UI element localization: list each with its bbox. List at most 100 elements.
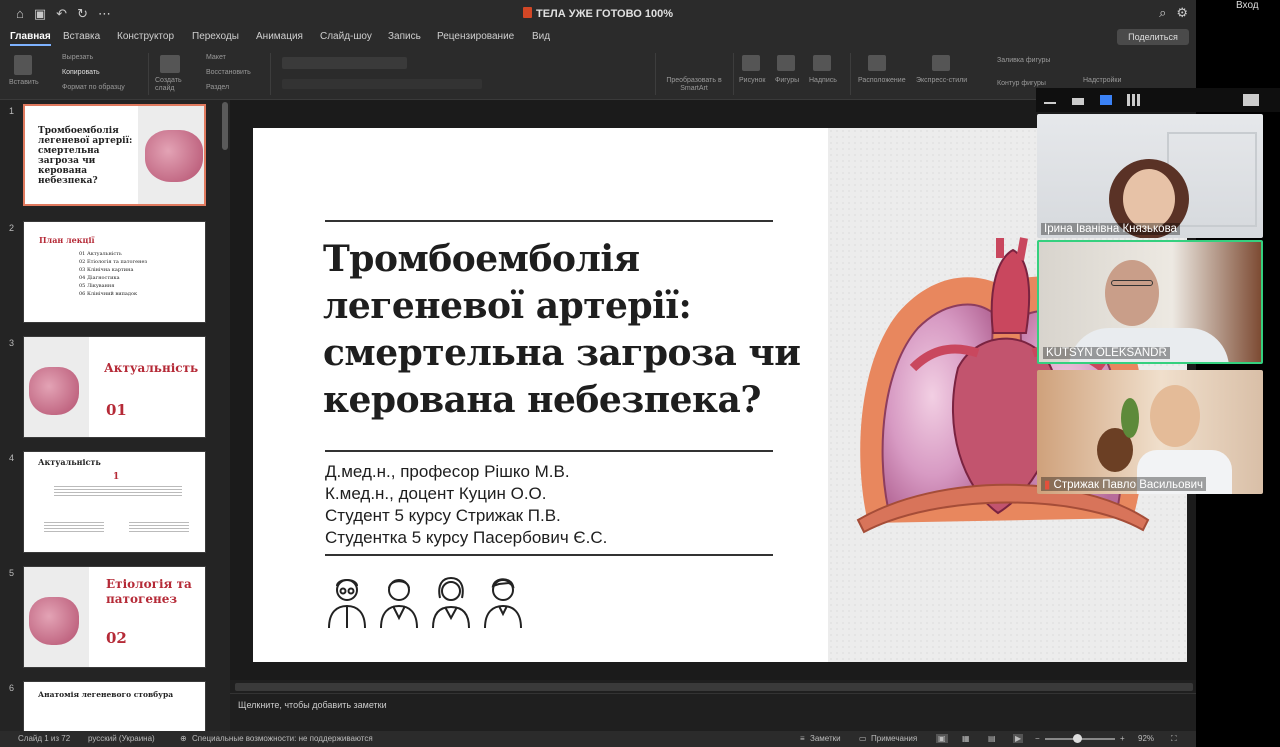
male-student-icon	[484, 578, 522, 629]
slideshow-view-icon[interactable]: ▶	[1013, 734, 1024, 743]
font-format-group[interactable]	[282, 79, 482, 89]
share-button[interactable]: Поделиться	[1117, 29, 1189, 45]
shapes-button[interactable]: Фигуры	[775, 77, 799, 84]
picture-button[interactable]: Рисунок	[739, 77, 765, 84]
search-icon[interactable]: ⌕	[1159, 5, 1166, 21]
shape-outline-button[interactable]: Контур фигуры	[997, 80, 1046, 87]
thumb-item: 04 Діагностика	[79, 275, 120, 281]
quick-styles-button[interactable]: Экспресс-стили	[916, 77, 967, 84]
arrange-button[interactable]: Расположение	[858, 77, 906, 84]
thumb-title: Анатомія легеневого стовбура	[38, 690, 174, 699]
participant-tile-active[interactable]: KUTSYN OLEKSANDR	[1037, 240, 1263, 364]
format-painter-button[interactable]: Формат по образцу	[62, 84, 125, 91]
tab-home[interactable]: Главная	[10, 31, 51, 46]
tab-slideshow[interactable]: Слайд-шоу	[320, 31, 372, 42]
status-bar: Слайд 1 из 72 русский (Украина) ⊕ Специа…	[0, 731, 1196, 747]
thumb-number: 2	[9, 223, 15, 233]
doctor-icon	[380, 579, 418, 629]
participant-tile[interactable]: Ірина Іванівна Князькова	[1037, 114, 1263, 238]
sorter-view-icon[interactable]: ▦	[962, 734, 970, 743]
normal-view-icon[interactable]: ▣	[936, 734, 948, 743]
professor-icon	[328, 579, 366, 629]
zoom-in-icon[interactable]: +	[1120, 734, 1125, 743]
thumbnail-slide-1[interactable]: Тромбоемболія легеневої артерії: смертел…	[23, 104, 206, 206]
tab-insert[interactable]: Вставка	[63, 31, 100, 42]
thumbnail-slide-4[interactable]: Актуальність 1	[23, 451, 206, 553]
title-top-rule	[325, 220, 773, 222]
ribbon: Вставить Вырезать Копировать Формат по о…	[0, 49, 1196, 100]
thumb-title: Тромбоемболія легеневої артерії: смертел…	[38, 126, 133, 186]
new-slide-icon[interactable]	[160, 55, 180, 73]
signin-label[interactable]: Вход	[1236, 0, 1259, 11]
accessibility-icon[interactable]: ⊕	[180, 734, 187, 743]
gallery-view-icon[interactable]	[1127, 94, 1140, 106]
paste-button[interactable]: Вставить	[9, 79, 39, 86]
tab-transitions[interactable]: Переходы	[192, 31, 239, 42]
fit-slide-icon[interactable]: ⛶	[1171, 734, 1177, 744]
tab-review[interactable]: Рецензирование	[437, 31, 514, 42]
reading-view-icon[interactable]: ▤	[988, 734, 996, 743]
zoom-slider-handle[interactable]	[1073, 734, 1082, 743]
notes-splitter[interactable]	[235, 683, 1193, 691]
new-slide-button[interactable]: Создать слайд	[155, 77, 189, 93]
notes-icon[interactable]: ≡	[800, 734, 805, 743]
language-indicator[interactable]: русский (Украина)	[88, 734, 155, 743]
tab-record[interactable]: Запись	[388, 31, 421, 42]
zoom-level[interactable]: 92%	[1138, 734, 1154, 743]
single-view-icon[interactable]	[1072, 98, 1084, 105]
thumb-item: 05 Лікування	[79, 283, 115, 289]
thumb-number-big: 02	[106, 629, 127, 647]
comments-icon[interactable]: ▭	[859, 734, 867, 743]
thumbnail-slide-5[interactable]: Етіологія та патогенез 02	[23, 566, 206, 668]
slide-title: Тромбоемболія легеневої артерії: смертел…	[323, 236, 803, 424]
notes-pane[interactable]: Щелкните, чтобы добавить заметки	[230, 693, 1196, 731]
layout-button[interactable]: Макет	[206, 54, 226, 61]
exit-fullscreen-icon[interactable]	[1243, 94, 1259, 106]
shape-fill-button[interactable]: Заливка фигуры	[997, 57, 1050, 64]
picture-icon[interactable]	[742, 55, 760, 71]
arrange-icon[interactable]	[868, 55, 886, 71]
account-icon[interactable]: ⚙	[1176, 5, 1188, 21]
thumbnails-scrollbar[interactable]	[222, 102, 228, 150]
document-title: ТЕЛА УЖЕ ГОТОВО 100%	[0, 7, 1196, 20]
thumb-title: План лекції	[39, 235, 95, 245]
textbox-icon[interactable]	[813, 55, 831, 71]
reset-button[interactable]: Восстановить	[206, 69, 251, 76]
author-line: К.мед.н., доцент Куцин О.О.	[325, 484, 547, 503]
quick-styles-icon[interactable]	[932, 55, 950, 71]
tab-view[interactable]: Вид	[532, 31, 550, 42]
minimize-icon[interactable]	[1044, 102, 1056, 104]
comments-button[interactable]: Примечания	[871, 734, 917, 743]
cut-button[interactable]: Вырезать	[62, 54, 93, 61]
shapes-icon[interactable]	[777, 55, 795, 71]
thumb-number: 4	[9, 453, 15, 463]
thumb-title: Актуальність	[104, 361, 199, 375]
accessibility-status[interactable]: Специальные возможности: не поддерживают…	[192, 734, 373, 743]
tab-animations[interactable]: Анимация	[256, 31, 303, 42]
thumbnail-slide-3[interactable]: Актуальність 01	[23, 336, 206, 438]
copy-button[interactable]: Копировать	[62, 69, 100, 76]
textbox-button[interactable]: Надпись	[809, 77, 837, 84]
font-family-select[interactable]	[282, 57, 407, 69]
thumbnail-slide-2[interactable]: План лекції 01 Актуальність 02 Етіологія…	[23, 221, 206, 323]
addins-button[interactable]: Надстройки	[1083, 77, 1121, 84]
participant-name: KUTSYN OLEKSANDR	[1043, 347, 1170, 359]
participant-tile[interactable]: ▮ Стрижак Павло Васильович	[1037, 370, 1263, 494]
thumbnail-slide-6[interactable]: Анатомія легеневого стовбура	[23, 681, 206, 732]
notes-button[interactable]: Заметки	[810, 734, 841, 743]
tab-design[interactable]: Конструктор	[117, 31, 174, 42]
authors-top-rule	[325, 450, 773, 452]
smartart-button[interactable]: Преобразовать в SmartArt	[664, 77, 724, 93]
thumb-number: 6	[9, 683, 15, 693]
author-line: Студент 5 курсу Стрижак П.В.	[325, 506, 561, 525]
video-toolbar	[1036, 88, 1280, 112]
paste-icon[interactable]	[14, 55, 32, 75]
slide-counter: Слайд 1 из 72	[18, 734, 71, 743]
speaker-view-icon[interactable]	[1100, 95, 1112, 105]
section-button[interactable]: Раздел	[206, 84, 229, 91]
zoom-out-icon[interactable]: −	[1035, 734, 1040, 743]
people-icons	[325, 574, 525, 630]
participant-name: Ірина Іванівна Князькова	[1041, 223, 1180, 235]
participant-name: ▮ Стрижак Павло Васильович	[1041, 477, 1207, 491]
share-label: Поделиться	[1128, 32, 1178, 42]
